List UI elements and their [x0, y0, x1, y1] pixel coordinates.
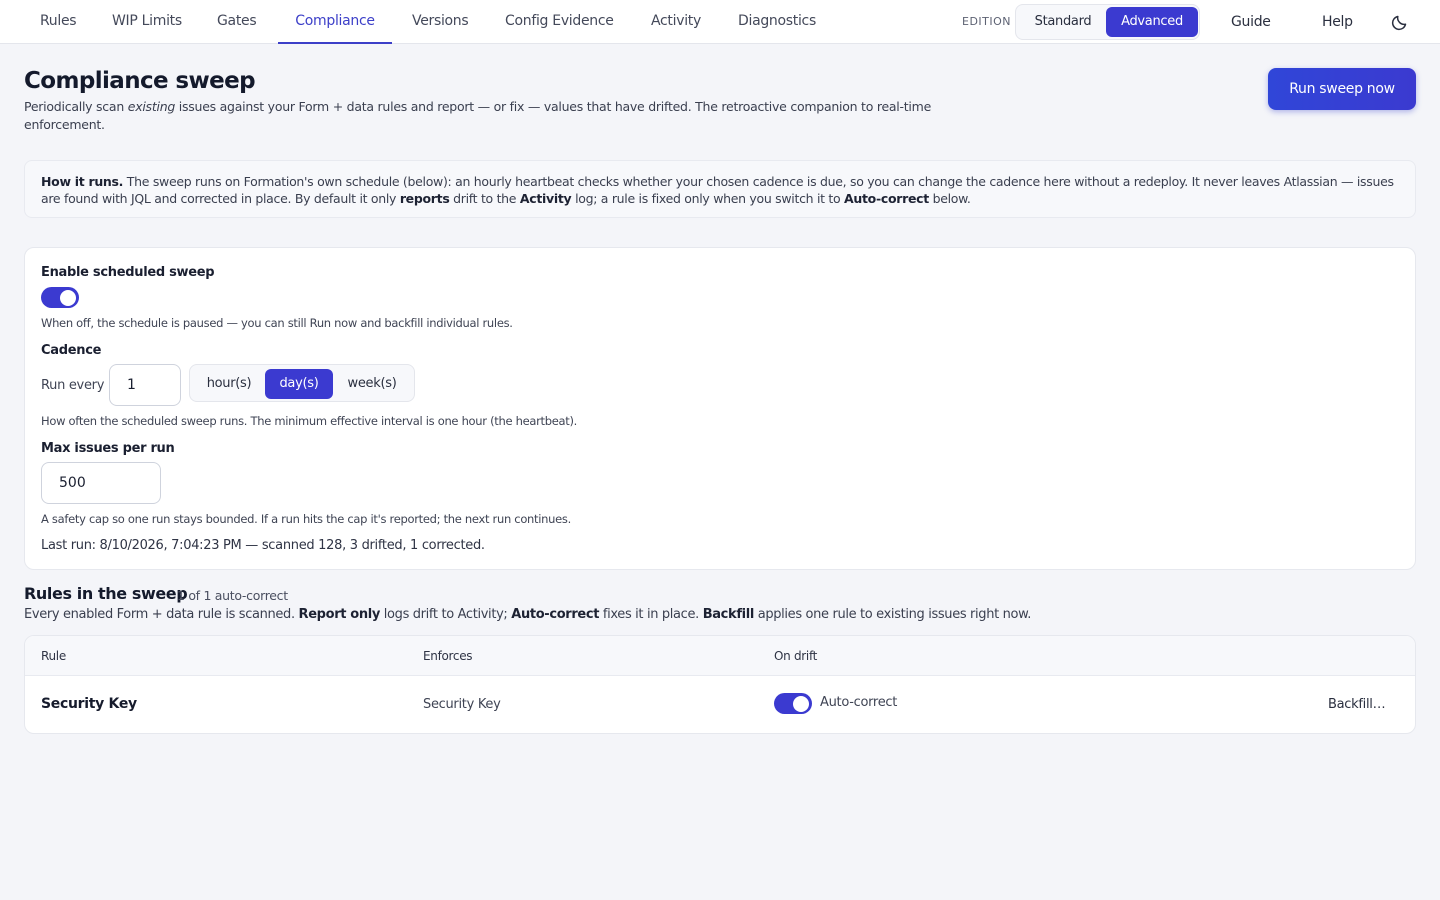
enable-sweep-hint: When off, the schedule is paused — you c… [41, 316, 513, 330]
rules-table: Rule Enforces On drift Security Key Secu… [24, 635, 1416, 734]
tab-activity[interactable]: Activity [651, 0, 701, 44]
run-every-input[interactable] [109, 364, 181, 406]
table-header: Rule Enforces On drift [25, 636, 1415, 676]
top-navigation: Rules WIP Limits Gates Compliance Versio… [0, 0, 1440, 44]
column-header-enforces: Enforces [423, 649, 473, 663]
tab-versions[interactable]: Versions [412, 0, 469, 44]
edition-advanced-button[interactable]: Advanced [1106, 7, 1198, 37]
edition-toggle: Standard Advanced [1015, 4, 1200, 40]
cadence-hint: How often the scheduled sweep runs. The … [41, 414, 578, 428]
sweep-settings-card: Enable scheduled sweep When off, the sch… [24, 247, 1416, 570]
max-issues-label: Max issues per run [41, 441, 175, 456]
guide-link[interactable]: Guide [1231, 0, 1271, 44]
unit-days-button[interactable]: day(s) [265, 369, 333, 399]
rule-name: Security Key [41, 696, 137, 712]
column-header-on-drift: On drift [774, 649, 818, 663]
tab-wip-limits[interactable]: WIP Limits [112, 0, 182, 44]
help-link[interactable]: Help [1322, 0, 1353, 44]
edition-standard-button[interactable]: Standard [1020, 7, 1106, 37]
page-title: Compliance sweep [24, 68, 256, 94]
max-issues-hint: A safety cap so one run stays bounded. I… [41, 512, 571, 526]
rules-section-title: Rules in the sweep [24, 584, 188, 603]
enable-sweep-label: Enable scheduled sweep [41, 265, 215, 280]
unit-hours-button[interactable]: hour(s) [194, 369, 264, 399]
rules-description: Every enabled Form + data rule is scanne… [24, 607, 1031, 622]
unit-weeks-button[interactable]: week(s) [335, 369, 409, 399]
cadence-label: Cadence [41, 343, 102, 358]
edition-label: EDITION [962, 15, 1012, 28]
tab-rules[interactable]: Rules [40, 0, 77, 44]
cadence-unit-selector: hour(s) day(s) week(s) [189, 364, 415, 402]
backfill-button[interactable]: Backfill… [1328, 697, 1386, 712]
on-drift-label: Auto-correct [820, 695, 898, 710]
page-subtitle: Periodically scan existing issues agains… [24, 99, 932, 132]
rule-enforces: Security Key [423, 697, 501, 712]
run-sweep-now-button[interactable]: Run sweep now [1268, 68, 1416, 110]
moon-icon[interactable] [1390, 12, 1410, 32]
last-run-status: Last run: 8/10/2026, 7:04:23 PM — scanne… [41, 538, 485, 553]
tab-gates[interactable]: Gates [217, 0, 257, 44]
subtitle-emphasis: existing [127, 99, 176, 114]
max-issues-input[interactable] [41, 462, 161, 504]
rules-count-badge: 1 of 1 auto-correct [177, 588, 288, 603]
column-header-rule: Rule [41, 649, 66, 663]
how-it-runs-info: How it runs. The sweep runs on Formation… [24, 160, 1416, 218]
enable-sweep-toggle[interactable] [41, 287, 79, 308]
tab-config-evidence[interactable]: Config Evidence [505, 0, 614, 44]
tab-diagnostics[interactable]: Diagnostics [738, 0, 816, 44]
tab-compliance[interactable]: Compliance [278, 0, 392, 44]
run-every-label: Run every [41, 378, 105, 393]
auto-correct-toggle[interactable] [774, 693, 812, 714]
